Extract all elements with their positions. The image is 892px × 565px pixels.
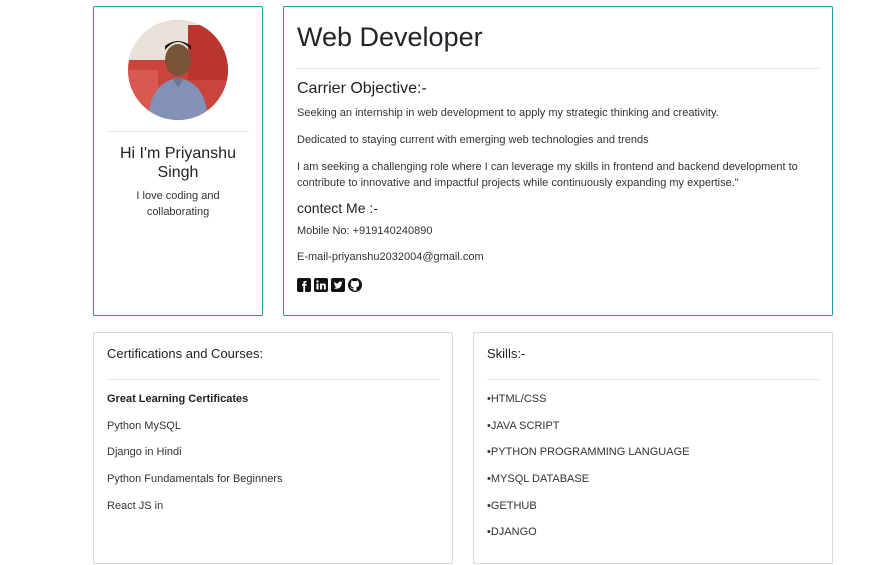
person-photo-icon (128, 20, 228, 120)
list-item: Django in Hindi (107, 446, 182, 458)
divider (107, 131, 249, 132)
objective-text: Dedicated to staying current with emergi… (297, 134, 649, 146)
linkedin-icon[interactable] (314, 278, 328, 292)
list-item: •GETHUB (487, 500, 537, 512)
social-links (297, 278, 362, 292)
github-icon[interactable] (348, 278, 362, 292)
about-card: Web Developer Carrier Objective:- Seekin… (283, 6, 833, 316)
list-item: •HTML/CSS (487, 393, 547, 405)
divider (487, 379, 819, 380)
list-item: Python Fundamentals for Beginners (107, 473, 283, 485)
list-item: •DJANGO (487, 526, 537, 538)
list-item: Great Learning Certificates (107, 393, 249, 405)
certifications-title: Certifications and Courses: (107, 346, 264, 361)
list-item: •PYTHON PROGRAMMING LANGUAGE (487, 446, 690, 458)
profile-tagline: I love coding and collaborating (136, 190, 220, 218)
divider (297, 68, 819, 69)
contact-heading: contect Me :- (297, 200, 378, 216)
email-address: E-mail-priyanshu2032004@gmail.com (297, 251, 484, 263)
profile-card: Hi I'm Priyanshu Singh I love coding and… (93, 6, 263, 316)
avatar (128, 20, 228, 120)
facebook-icon[interactable] (297, 278, 311, 292)
objective-text: I am seeking a challenging role where I … (297, 161, 798, 189)
list-item: •MYSQL DATABASE (487, 473, 590, 485)
certifications-card: Certifications and Courses: Great Learni… (93, 332, 453, 564)
divider (107, 379, 439, 380)
profile-name: Hi I'm Priyanshu Singh (120, 145, 236, 181)
page-title: Web Developer (297, 22, 483, 52)
skills-title: Skills:- (487, 346, 526, 361)
objective-text: Seeking an internship in web development… (297, 107, 719, 119)
list-item: •JAVA SCRIPT (487, 420, 560, 432)
list-item: React JS in (107, 500, 164, 512)
skills-card: Skills:- •HTML/CSS •JAVA SCRIPT •PYTHON … (473, 332, 833, 564)
mobile-number: Mobile No: +919140240890 (297, 225, 433, 237)
list-item: Python MySQL (107, 420, 181, 432)
twitter-icon[interactable] (331, 278, 345, 292)
objective-heading: Carrier Objective:- (297, 80, 427, 97)
